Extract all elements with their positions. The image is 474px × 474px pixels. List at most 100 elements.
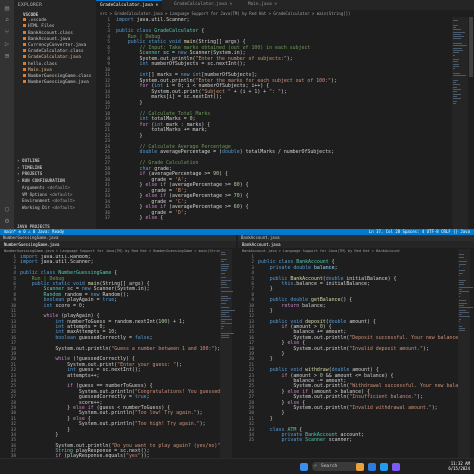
start-icon[interactable]: [300, 463, 308, 471]
explorer-item-label: HTML Files: [28, 24, 55, 30]
minimap-line: [221, 265, 229, 267]
sidebar-section-timeline[interactable]: › TIMELINE: [17, 165, 42, 170]
minimap-line: [453, 95, 458, 97]
minimap-line: [459, 316, 470, 318]
minimap-line: [459, 261, 468, 263]
minimap-line: [459, 272, 464, 274]
code-token: }: [258, 286, 273, 293]
search-icon: ⌕: [314, 464, 317, 469]
explorer-item-label: CurrencyConverter.java: [28, 43, 87, 48]
minimap[interactable]: [220, 249, 235, 458]
code-token: scanner;: [328, 437, 353, 444]
code-token: + (i +: [230, 88, 255, 95]
explorer-item[interactable]: Main.java: [23, 67, 52, 73]
search-box[interactable]: ⌕ Search: [312, 462, 359, 471]
code-token: );: [431, 404, 438, 411]
tab-bankaccount[interactable]: BankAccount.java: [242, 241, 281, 248]
code-line[interactable]: } else {: [116, 215, 416, 222]
sidebar-section-outline[interactable]: › OUTLINE: [17, 158, 40, 163]
code-editor[interactable]: import java.util.Scanner; public class Gr…: [116, 17, 416, 222]
explorer-item[interactable]: .vscode: [23, 18, 47, 23]
run-config-label: Environment: [22, 198, 53, 203]
code-token: int: [116, 61, 152, 67]
windows-taskbar: ⌕ Search 11:32 AM 6/15/2024: [0, 458, 474, 474]
minimap-line: [221, 252, 226, 253]
minimap-line: [453, 59, 459, 61]
code-token: attempts++;: [20, 372, 100, 379]
code-line[interactable]: System.out.println("Guess a number betwe…: [20, 346, 220, 352]
scrollbar[interactable]: [469, 17, 473, 77]
code-token: ;: [114, 297, 118, 304]
store-icon[interactable]: [392, 463, 400, 471]
code-token: java.util.Scanner;: [136, 17, 190, 23]
vscode-icon[interactable]: [380, 463, 388, 471]
code-token: ;: [146, 394, 150, 401]
line-number-gutter: 1 2 3 4 5 6 7 8 9 10 11 12 13 14 15 16 17 18 19 20 21 22 23 24 2…: [4, 255, 16, 460]
explorer-item[interactable]: BankAccount.class: [23, 30, 73, 36]
explorer-item[interactable]: hello.class: [23, 61, 57, 67]
java-file-icon: [23, 36, 26, 40]
explorer-item[interactable]: BankAccount.java: [23, 36, 70, 42]
run-config-item[interactable]: Environment <default>: [22, 198, 75, 203]
run-config-item[interactable]: Arguments <default>: [22, 185, 70, 190]
minimap-line: [453, 91, 458, 93]
minimap-line: [453, 33, 461, 35]
minimap-line: [221, 321, 226, 322]
files-icon[interactable]: ▤: [3, 4, 11, 12]
minimap-line: [221, 270, 227, 272]
minimap-line: [453, 20, 458, 21]
run-debug-icon[interactable]: ▷: [3, 40, 11, 48]
minimap[interactable]: [452, 17, 468, 229]
minimap-line: [453, 63, 459, 65]
explorer-item[interactable]: NumberGuessingGame.class: [23, 74, 91, 79]
breadcrumb[interactable]: BankAccount.java > Language Support for …: [238, 248, 474, 254]
code-token: false: [134, 334, 150, 341]
code-token: "Deposit successful. Your new balance is…: [349, 334, 458, 341]
breadcrumb[interactable]: src > GradeCalculator.java > Language Su…: [96, 10, 474, 17]
explorer-item[interactable]: HTML Files: [23, 24, 54, 29]
minimap-line: [221, 291, 234, 293]
sidebar-section-projects[interactable]: › PROJECTS: [17, 171, 42, 176]
explorer-item[interactable]: GradeCalculator.class: [23, 49, 84, 54]
code-token: "Too low! Try again.": [134, 410, 197, 417]
explorer-item[interactable]: VSCODE: [18, 12, 38, 17]
code-line[interactable]: private Scanner scanner;: [258, 438, 458, 443]
tab-2[interactable]: Main.java ×: [244, 0, 281, 10]
code-token: {: [160, 215, 164, 221]
source-control-icon[interactable]: ⑂: [3, 28, 11, 36]
sidebar-section-run-configuration[interactable]: › RUN CONFIGURATION: [17, 178, 65, 183]
code-token: double: [328, 318, 350, 325]
code-line[interactable]: System.out.println("Invalid deposit amou…: [258, 346, 458, 352]
tab-1[interactable]: GradeCalculator.java ×: [170, 0, 236, 10]
minimap-line: [453, 49, 464, 51]
minimap-line: [453, 24, 459, 26]
minimap-line: [459, 304, 465, 306]
edge-icon[interactable]: [368, 463, 376, 471]
system-clock[interactable]: 11:32 AM 6/15/2024: [448, 461, 470, 471]
code-line[interactable]: System.out.println("Invalid withdrawal a…: [258, 404, 458, 411]
extensions-icon[interactable]: ⊞: [3, 52, 11, 60]
java-file-icon: [23, 74, 26, 77]
file-explorer-icon[interactable]: [356, 463, 364, 471]
account-icon[interactable]: ◯: [3, 205, 11, 213]
code-editor[interactable]: public class BankAccount { private doubl…: [258, 255, 458, 444]
code-token: {: [111, 270, 118, 277]
search-icon[interactable]: ⌕: [3, 16, 11, 24]
explorer-item[interactable]: NumberGuessingGame.java: [23, 80, 89, 85]
explorer-item[interactable]: GradeCalculator.java: [23, 55, 81, 60]
gear-icon[interactable]: ⚙: [3, 217, 11, 225]
editor-tab-bar: GradeCalculator.java × GradeCalculator.ja…: [96, 0, 474, 11]
tab-numberguessinggame[interactable]: NumberGuessingGame.java: [4, 241, 59, 248]
code-token: amount) {: [349, 318, 376, 325]
minimap[interactable]: [458, 249, 473, 458]
java-file-icon: [23, 24, 26, 28]
explorer-item[interactable]: CurrencyConverter.java: [23, 43, 86, 48]
breadcrumb[interactable]: NumberGuessingGame.java > Language Suppo…: [0, 248, 236, 254]
run-config-item[interactable]: Working Dir <default>: [22, 205, 75, 210]
run-config-label: Working Dir: [22, 204, 53, 210]
run-config-item[interactable]: VM Options <default>: [22, 192, 72, 197]
code-token: GradeCalculator: [154, 28, 199, 34]
code-editor[interactable]: import java.util.Random; import java.util…: [20, 255, 220, 460]
explorer-item-label: GradeCalculator.java: [28, 55, 81, 61]
code-token: ) {: [239, 182, 249, 188]
